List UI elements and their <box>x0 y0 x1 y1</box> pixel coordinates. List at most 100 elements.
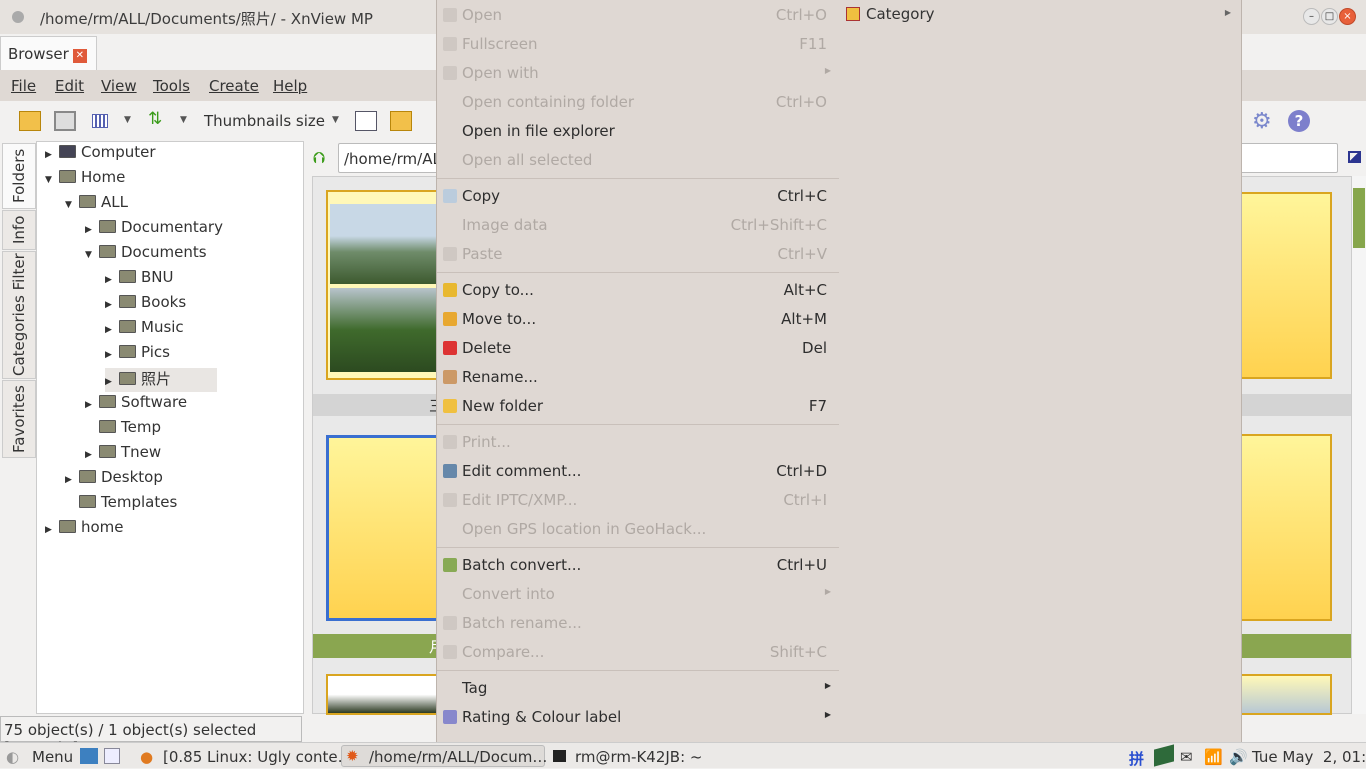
layout-toggle-icon[interactable] <box>1348 151 1361 163</box>
menu-item-tag[interactable]: Tag ▶ <box>437 674 839 703</box>
expand-arrow-icon[interactable]: ▶ <box>105 275 119 285</box>
sidetab-folders[interactable]: Folders <box>2 143 36 209</box>
thumbnail-item[interactable] <box>1228 674 1332 715</box>
help-icon[interactable]: ? <box>1288 110 1310 132</box>
move-to-icon <box>443 312 457 326</box>
tree-node[interactable]: ▼ Documents <box>85 243 207 267</box>
maximize-button[interactable]: □ <box>1321 8 1338 25</box>
menu-tools[interactable]: Tools <box>153 77 190 95</box>
menu-item-edit-iptc-xmp: Edit IPTC/XMP... Ctrl+I <box>437 486 839 515</box>
expand-arrow-icon[interactable]: ▶ <box>45 525 59 535</box>
thumbnails-size-button[interactable]: Thumbnails size <box>204 112 325 130</box>
file-manager-icon[interactable] <box>104 748 120 764</box>
menu-item-move-to[interactable]: Move to... Alt+M <box>437 305 839 334</box>
window-menu-icon[interactable] <box>12 11 24 23</box>
chevron-down-icon[interactable]: ▼ <box>180 115 187 125</box>
task-firefox[interactable]: [0.85 Linux: Ugly conte… <box>163 748 353 766</box>
tree-node[interactable]: ▶ Desktop <box>65 468 163 492</box>
sidetab-favorites[interactable]: Favorites <box>2 380 36 458</box>
menu-item-delete[interactable]: Delete Del <box>437 334 839 363</box>
menu-edit[interactable]: Edit <box>55 77 84 95</box>
menu-item-new-folder[interactable]: New folder F7 <box>437 392 839 421</box>
menu-item-label: Open containing folder <box>462 93 635 111</box>
tree-node[interactable]: ▶ Documentary <box>85 218 223 242</box>
expand-arrow-icon[interactable]: ▶ <box>105 350 119 360</box>
expand-arrow-icon[interactable]: ▶ <box>105 300 119 310</box>
close-button[interactable]: × <box>1339 8 1356 25</box>
move-to-icon[interactable] <box>390 111 412 131</box>
wifi-icon[interactable]: 📶 <box>1204 748 1223 766</box>
tab-browser[interactable]: Browser ✕ <box>0 36 97 70</box>
tree-node[interactable]: ▼ ALL <box>65 193 128 217</box>
show-desktop-icon[interactable] <box>80 748 98 764</box>
expand-arrow-icon[interactable]: ▶ <box>105 325 119 335</box>
fullscreen-icon[interactable] <box>54 111 76 131</box>
dictionary-icon[interactable] <box>1154 744 1174 767</box>
tree-node[interactable]: ▶ Computer <box>45 143 156 167</box>
tree-node[interactable]: Templates <box>65 493 177 517</box>
menu-help[interactable]: Help <box>273 77 307 95</box>
vertical-scrollbar[interactable] <box>1352 176 1366 714</box>
menu-item-batch-convert[interactable]: Batch convert... Ctrl+U <box>437 551 839 580</box>
expand-arrow-icon[interactable]: ▶ <box>85 450 99 460</box>
expand-arrow-icon[interactable]: ▶ <box>65 475 79 485</box>
menu-item-copy-to[interactable]: Copy to... Alt+C <box>437 276 839 305</box>
chevron-down-icon[interactable]: ▼ <box>124 115 131 125</box>
side-tabs: Folders Info Categories Filter Favorites <box>2 143 36 713</box>
tab-label: Browser <box>8 45 69 63</box>
sort-icon[interactable]: ⇅ <box>148 109 162 129</box>
tree-node[interactable]: ▶ Music <box>105 318 184 342</box>
menu-item-copy[interactable]: Copy Ctrl+C <box>437 182 839 211</box>
expand-arrow-icon[interactable]: ▼ <box>65 200 79 210</box>
tree-node[interactable]: Temp <box>85 418 161 442</box>
expand-arrow-icon[interactable]: ▼ <box>85 250 99 260</box>
tree-node[interactable]: ▶ 照片 <box>105 368 217 392</box>
tree-node-label: home <box>81 518 124 536</box>
folder-icon <box>119 320 136 333</box>
volume-icon[interactable]: 🔊 <box>1229 748 1248 766</box>
expand-arrow-icon[interactable]: ▶ <box>105 377 119 387</box>
expand-arrow-icon[interactable]: ▶ <box>85 400 99 410</box>
sidetab-info[interactable]: Info <box>2 210 36 250</box>
tree-node[interactable]: ▼ Home <box>45 168 125 192</box>
menu-item-edit-comment[interactable]: Edit comment... Ctrl+D <box>437 457 839 486</box>
menu-item-shortcut: Ctrl+C <box>777 187 827 205</box>
minimize-button[interactable]: – <box>1303 8 1320 25</box>
tree-node[interactable]: ▶ Books <box>105 293 186 317</box>
start-menu-button[interactable]: Menu <box>32 748 73 766</box>
tree-node[interactable]: ▶ home <box>45 518 124 542</box>
tree-node[interactable]: ▶ BNU <box>105 268 174 292</box>
tree-node[interactable]: ▶ Pics <box>105 343 170 367</box>
expand-arrow-icon[interactable]: ▶ <box>85 225 99 235</box>
tree-node[interactable]: ▶ Tnew <box>85 443 161 467</box>
scrollbar-thumb[interactable] <box>1353 188 1365 248</box>
menu-create[interactable]: Create <box>209 77 259 95</box>
menu-item-open-in-file-explorer[interactable]: Open in file explorer <box>437 117 839 146</box>
chevron-down-icon[interactable]: ▼ <box>332 115 339 125</box>
menu-icon[interactable]: ◐ <box>6 748 19 766</box>
menu-view[interactable]: View <box>101 77 137 95</box>
expand-arrow-icon[interactable]: ▼ <box>45 175 59 185</box>
view-mode-icon[interactable] <box>92 114 108 128</box>
thumbnail-item[interactable] <box>1228 192 1332 379</box>
input-method-icon[interactable]: 拼 <box>1129 748 1144 769</box>
mail-icon[interactable]: ✉ <box>1180 748 1193 766</box>
menu-item-rating-colour-label[interactable]: Rating & Colour label ▶ <box>437 703 839 732</box>
menu-item-rename[interactable]: Rename... <box>437 363 839 392</box>
new-folder-icon[interactable] <box>19 111 41 131</box>
task-terminal[interactable]: rm@rm-K42JB: ~ <box>575 748 702 766</box>
menu-item-category[interactable]: Category ▶ <box>845 0 1241 29</box>
sidetab-categories-filter[interactable]: Categories Filter <box>2 251 36 379</box>
menu-item-label: New folder <box>462 397 544 415</box>
menu-file[interactable]: File <box>11 77 36 95</box>
photo-thumbnail <box>330 204 452 284</box>
task-xnview[interactable]: ✹ /home/rm/ALL/Docum… <box>341 745 547 767</box>
clock[interactable]: Tue May 2, 01:05 <box>1252 748 1366 766</box>
tree-node[interactable]: ▶ Software <box>85 393 187 417</box>
go-up-icon[interactable]: ⮉ <box>313 148 325 168</box>
expand-arrow-icon[interactable]: ▶ <box>45 150 59 160</box>
copy-icon[interactable] <box>355 111 377 131</box>
thumbnail-item[interactable] <box>1228 434 1332 621</box>
settings-gear-icon[interactable]: ⚙ <box>1252 109 1272 134</box>
close-tab-icon[interactable]: ✕ <box>72 49 87 63</box>
